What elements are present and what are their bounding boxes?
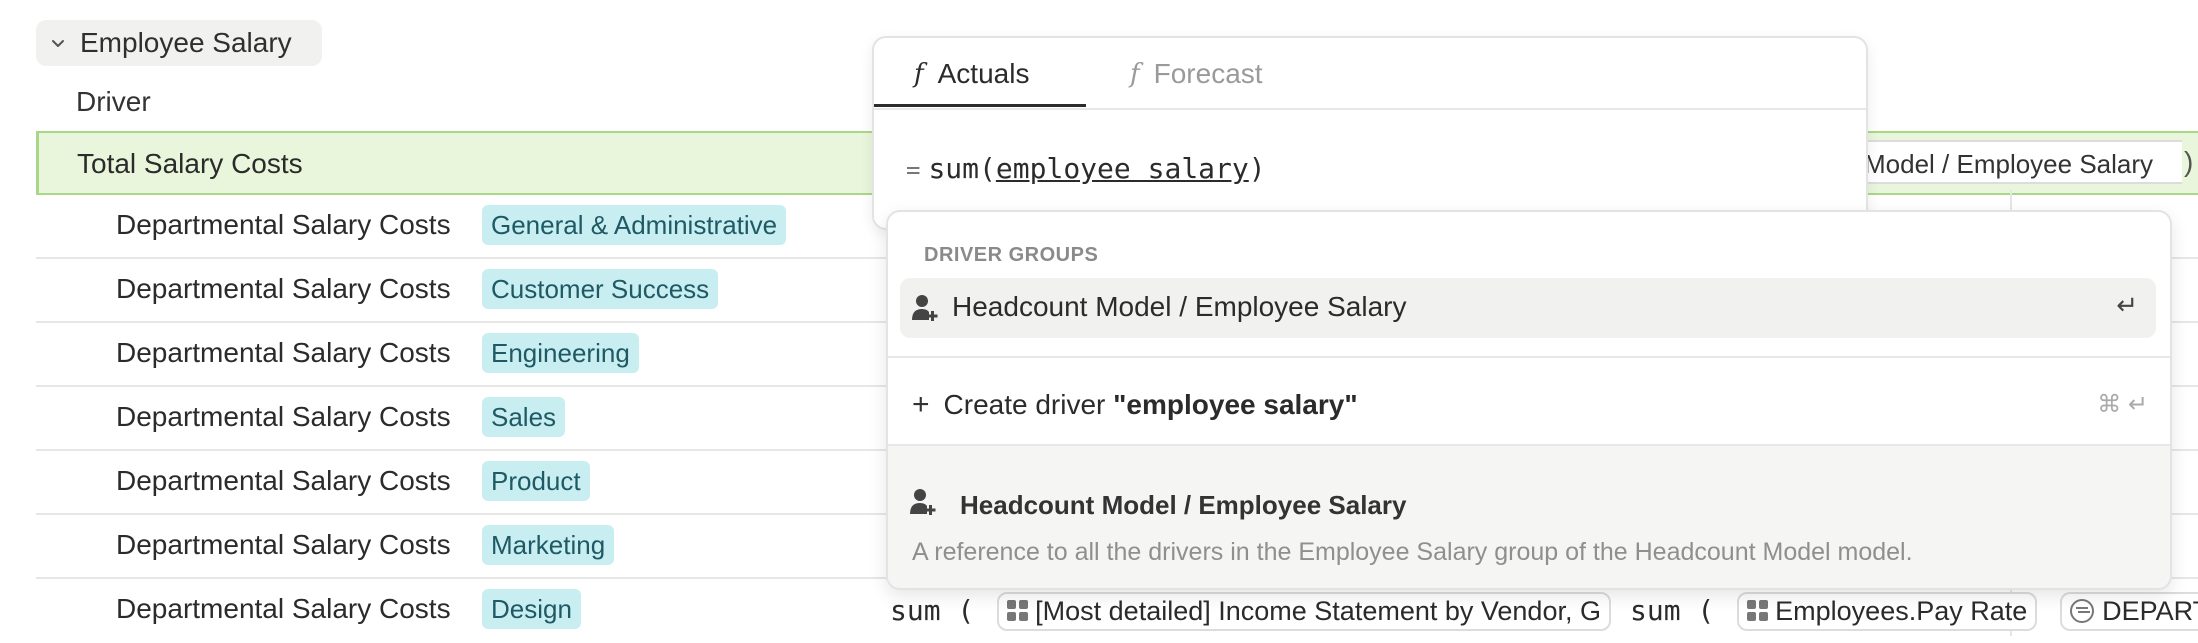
- person-add-icon: [910, 489, 936, 515]
- group-header[interactable]: Employee Salary: [36, 20, 322, 66]
- active-tab-indicator: [874, 104, 1086, 107]
- group-title: Employee Salary: [80, 27, 292, 58]
- tab-label: Forecast: [1153, 58, 1263, 89]
- formula-cell-forecast[interactable]: sum ( Employees.Pay Rate DEPARTME: [1630, 592, 2198, 631]
- formula-reference-label: Employees.Pay Rate: [1775, 596, 2028, 626]
- formula-function: sum (: [890, 594, 975, 627]
- suggestion-item[interactable]: Headcount Model / Employee Salary ↵: [900, 278, 2156, 338]
- function-icon: f: [1130, 59, 1140, 89]
- department-tag[interactable]: Engineering: [482, 333, 639, 373]
- tab-actuals[interactable]: f Actuals: [914, 58, 1029, 90]
- section-title: DRIVER GROUPS: [924, 244, 1099, 266]
- formula-function: sum (: [1630, 594, 1715, 627]
- function-icon: f: [914, 59, 924, 89]
- create-driver-shortcut: ⌘ ↵: [2097, 391, 2148, 418]
- row-label: Departmental Salary Costs: [116, 209, 451, 240]
- create-driver-option[interactable]: + Create driver "employee salary": [912, 388, 1358, 422]
- filter-label: DEPARTME: [2102, 596, 2198, 626]
- enter-key-icon: ↵: [2116, 290, 2138, 320]
- formula-cell-actuals[interactable]: sum ( [Most detailed] Income Statement b…: [890, 592, 1611, 631]
- suggestion-detail: Headcount Model / Employee Salary A refe…: [888, 446, 2170, 588]
- formula-reference-label: [Most detailed] Income Statement by Vend…: [1035, 596, 1601, 626]
- divider: [888, 356, 2170, 358]
- chevron-down-icon[interactable]: [50, 35, 66, 51]
- autocomplete-dropdown: DRIVER GROUPS Headcount Model / Employee…: [886, 210, 2172, 590]
- formula-tabs: f Actuals f Forecast: [874, 38, 1866, 110]
- formula-input[interactable]: = sum(employee salary): [906, 152, 1266, 185]
- department-tag[interactable]: Design: [482, 589, 581, 629]
- create-driver-prefix: Create driver: [943, 389, 1106, 420]
- row-label: Departmental Salary Costs: [116, 529, 451, 560]
- formula-function: sum(: [928, 152, 996, 185]
- row-label: Departmental Salary Costs: [116, 593, 451, 624]
- filter-icon: [2070, 599, 2095, 623]
- formula-close-paren: ): [2184, 146, 2194, 177]
- driver-column-label: Driver: [76, 86, 151, 117]
- row-label: Departmental Salary Costs: [116, 337, 451, 368]
- total-row-label: Total Salary Costs: [77, 148, 303, 179]
- department-tag[interactable]: Customer Success: [482, 269, 719, 309]
- grid-icon: [1007, 600, 1029, 622]
- formula-close: ): [1248, 152, 1266, 185]
- row-label: Departmental Salary Costs: [116, 465, 451, 496]
- department-tag[interactable]: Marketing: [482, 525, 615, 565]
- person-add-icon: [912, 295, 938, 321]
- create-driver-value: "employee salary": [1113, 389, 1358, 420]
- tab-forecast[interactable]: f Forecast: [1130, 58, 1263, 90]
- formula-reference-pill[interactable]: [Most detailed] Income Statement by Vend…: [997, 592, 1611, 631]
- detail-title: Headcount Model / Employee Salary: [960, 490, 1407, 520]
- grid-icon: [1747, 600, 1769, 622]
- driver-reference-pill[interactable]: Model / Employee Salary: [1858, 140, 2182, 184]
- formula-editor-popup: f Actuals f Forecast = sum(employee salar…: [872, 36, 1868, 230]
- suggestion-label: Headcount Model / Employee Salary: [952, 291, 1407, 322]
- department-tag[interactable]: General & Administrative: [482, 205, 787, 245]
- filter-pill[interactable]: DEPARTME: [2060, 592, 2198, 631]
- department-tag[interactable]: Sales: [482, 397, 566, 437]
- tab-label: Actuals: [937, 58, 1030, 89]
- row-label: Departmental Salary Costs: [116, 273, 451, 304]
- detail-description: A reference to all the drivers in the Em…: [912, 538, 1913, 566]
- department-tag[interactable]: Product: [482, 461, 590, 501]
- plus-icon: +: [912, 388, 930, 421]
- row-label: Departmental Salary Costs: [116, 401, 451, 432]
- equals-sign: =: [906, 156, 921, 184]
- formula-reference-pill[interactable]: Employees.Pay Rate: [1737, 592, 2038, 631]
- formula-argument: employee salary: [995, 152, 1249, 185]
